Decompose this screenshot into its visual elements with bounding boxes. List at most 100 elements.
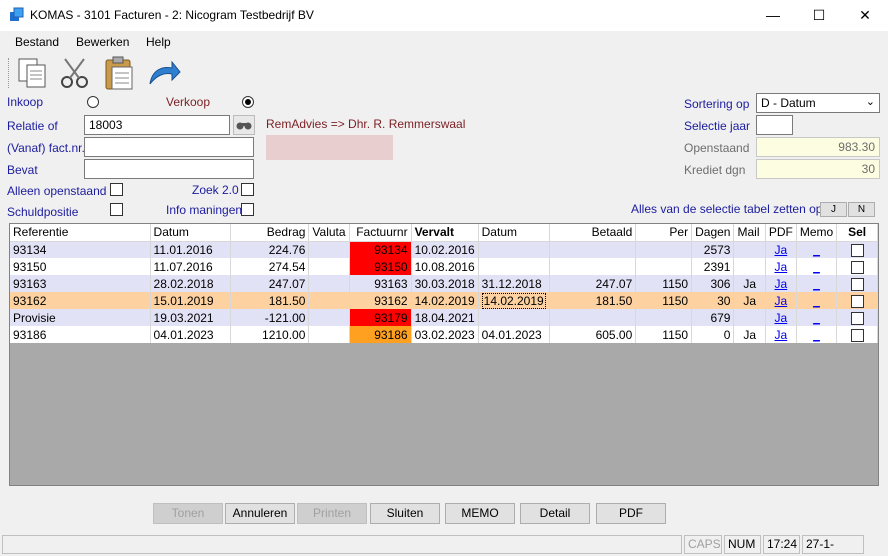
memo-link[interactable]: _	[813, 277, 820, 291]
cell-dagen[interactable]: 0	[691, 326, 735, 343]
table-row[interactable]: 93134 11.01.2016 224.76 93134 10.02.2016 2573…	[10, 241, 878, 258]
cell-bedrag[interactable]: 181.50	[230, 292, 310, 309]
cell-valuta[interactable]	[308, 326, 350, 343]
memo-link[interactable]: _	[813, 294, 820, 308]
detail-button[interactable]: Detail	[520, 503, 590, 524]
cell-valuta[interactable]	[308, 275, 350, 292]
cut-icon[interactable]	[58, 56, 92, 90]
printen-button[interactable]: Printen	[297, 503, 367, 524]
cell-datum[interactable]: 04.01.2023	[150, 326, 231, 343]
col-sel[interactable]: Sel	[836, 224, 878, 242]
select-checkbox[interactable]	[850, 243, 864, 257]
table-row[interactable]: 93150 11.07.2016 274.54 93150 10.08.2016 2391…	[10, 258, 878, 275]
cell-bedrag[interactable]: -121.00	[230, 309, 310, 326]
schuldpositie-checkbox[interactable]	[110, 203, 123, 216]
cell-datum2[interactable]: 14.02.2019	[478, 292, 550, 309]
select-checkbox[interactable]	[850, 277, 864, 291]
cell-betaald[interactable]: 247.07	[549, 275, 637, 292]
menu-bewerken[interactable]: Bewerken	[76, 35, 129, 49]
memo-link[interactable]: _	[813, 260, 820, 274]
inkoop-radio[interactable]	[87, 96, 99, 108]
n-button[interactable]: N	[848, 202, 875, 217]
info-maningen-checkbox[interactable]	[241, 203, 254, 216]
cell-factuurnr[interactable]: 93162	[349, 292, 412, 309]
cell-betaald[interactable]: 605.00	[549, 326, 637, 343]
cell-mail[interactable]: Ja	[733, 292, 766, 309]
cell-datum[interactable]: 15.01.2019	[150, 292, 231, 309]
cell-dagen[interactable]: 306	[691, 275, 735, 292]
cell-dagen[interactable]: 2391	[691, 258, 735, 275]
cell-valuta[interactable]	[308, 309, 350, 326]
cell-referentie[interactable]: 93186	[10, 326, 151, 343]
copy-icon[interactable]	[16, 56, 48, 90]
cell-referentie[interactable]: 93150	[10, 258, 151, 275]
pdf-link[interactable]: Ja	[775, 311, 788, 325]
table-row[interactable]: 93186 04.01.2023 1210.00 93186 03.02.2023 04.…	[10, 326, 878, 343]
col-datum[interactable]: Datum	[150, 224, 231, 242]
annuleren-button[interactable]: Annuleren	[225, 503, 295, 524]
cell-factuurnr[interactable]: 93186	[349, 326, 412, 343]
select-checkbox[interactable]	[850, 311, 864, 325]
pdf-link[interactable]: Ja	[775, 328, 788, 342]
cell-betaald[interactable]: 181.50	[549, 292, 637, 309]
menu-help[interactable]: Help	[146, 35, 171, 49]
memo-button[interactable]: MEMO	[445, 503, 515, 524]
col-pdf[interactable]: PDF	[765, 224, 797, 242]
selectie-jaar-field[interactable]	[756, 115, 793, 135]
j-button[interactable]: J	[820, 202, 847, 217]
cell-vervalt[interactable]: 10.08.2016	[411, 258, 479, 275]
cell-per[interactable]	[635, 309, 693, 326]
col-vervalt[interactable]: Vervalt	[411, 224, 479, 242]
cell-datum2[interactable]	[478, 241, 550, 258]
cell-datum2[interactable]: 04.01.2023	[478, 326, 550, 343]
col-valuta[interactable]: Valuta	[308, 224, 350, 242]
alleen-openstaand-checkbox[interactable]	[110, 183, 123, 196]
memo-link[interactable]: _	[813, 328, 820, 342]
table-row[interactable]: 93163 28.02.2018 247.07 93163 30.03.2018 31.1…	[10, 275, 878, 292]
bevat-field[interactable]	[84, 159, 254, 179]
cell-dagen[interactable]: 30	[691, 292, 735, 309]
binoculars-icon[interactable]	[233, 115, 255, 135]
cell-mail[interactable]: Ja	[733, 326, 766, 343]
cell-bedrag[interactable]: 247.07	[230, 275, 310, 292]
cell-factuurnr[interactable]: 93163	[349, 275, 412, 292]
pdf-link[interactable]: Ja	[775, 294, 788, 308]
col-factuurnr[interactable]: Factuurnr	[349, 224, 412, 242]
verkoop-radio[interactable]	[242, 96, 254, 108]
cell-datum[interactable]: 11.01.2016	[150, 241, 231, 258]
cell-per[interactable]: 1150	[635, 292, 693, 309]
pdf-link[interactable]: Ja	[775, 243, 788, 257]
cell-vervalt[interactable]: 18.04.2021	[411, 309, 479, 326]
col-datum2[interactable]: Datum	[478, 224, 550, 242]
cell-datum[interactable]: 28.02.2018	[150, 275, 231, 292]
paste-icon[interactable]	[102, 55, 136, 91]
cell-vervalt[interactable]: 10.02.2016	[411, 241, 479, 258]
zoek-checkbox[interactable]	[241, 183, 254, 196]
cell-referentie[interactable]: Provisie	[10, 309, 151, 326]
cell-mail[interactable]	[733, 309, 766, 326]
cell-valuta[interactable]	[308, 292, 350, 309]
cell-datum[interactable]: 11.07.2016	[150, 258, 231, 275]
factnr-field[interactable]	[84, 137, 254, 157]
cell-dagen[interactable]: 2573	[691, 241, 735, 258]
minimize-button[interactable]: —	[750, 0, 796, 31]
table-row[interactable]: 93162 15.01.2019 181.50 93162 14.02.2019 14.0…	[10, 292, 878, 309]
cell-bedrag[interactable]: 224.76	[230, 241, 310, 258]
cell-bedrag[interactable]: 1210.00	[230, 326, 310, 343]
memo-link[interactable]: _	[813, 311, 820, 325]
cell-vervalt[interactable]: 30.03.2018	[411, 275, 479, 292]
cell-mail[interactable]: Ja	[733, 275, 766, 292]
cell-betaald[interactable]	[549, 241, 637, 258]
cell-per[interactable]	[635, 241, 693, 258]
cell-bedrag[interactable]: 274.54	[230, 258, 310, 275]
undo-icon[interactable]	[146, 58, 182, 88]
cell-datum2[interactable]: 31.12.2018	[478, 275, 550, 292]
cell-referentie[interactable]: 93163	[10, 275, 151, 292]
sortering-select[interactable]: D - Datum ⌄	[756, 93, 880, 113]
cell-vervalt[interactable]: 14.02.2019	[411, 292, 479, 309]
cell-betaald[interactable]	[549, 258, 637, 275]
select-checkbox[interactable]	[850, 294, 864, 308]
col-betaald[interactable]: Betaald	[549, 224, 637, 242]
pdf-link[interactable]: Ja	[775, 260, 788, 274]
cell-mail[interactable]	[733, 241, 766, 258]
